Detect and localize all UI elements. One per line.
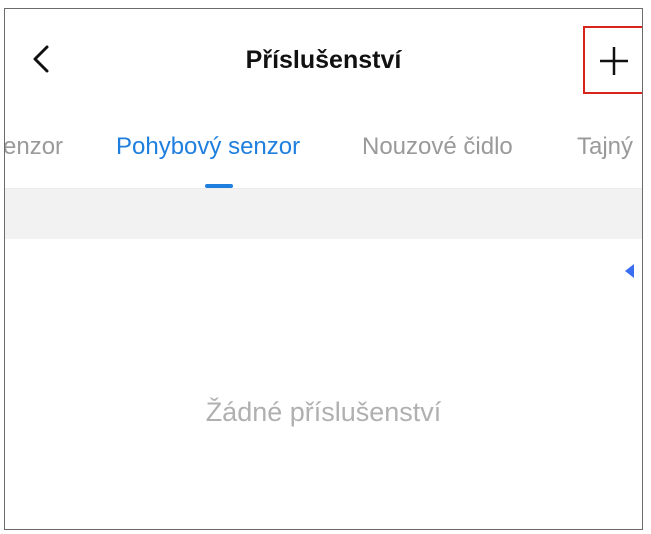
side-arrow-icon [625, 264, 634, 278]
add-accessory-button[interactable] [583, 26, 642, 94]
tab-bar: enzor Pohybový senzor Nouzové čidlo Tajn… [5, 119, 642, 189]
header-bar: Příslušenství [5, 9, 642, 105]
page-title: Příslušenství [245, 46, 402, 74]
plus-icon [600, 47, 628, 75]
tab-tajny[interactable]: Tajný [577, 133, 633, 161]
empty-state-text: Žádné příslušenství [205, 397, 442, 427]
tab-senzor[interactable]: enzor [5, 133, 63, 161]
tab-pohybovy-senzor[interactable]: Pohybový senzor [116, 133, 300, 161]
section-band [5, 189, 642, 239]
app-screen: Příslušenství enzor Pohybový senzor Nouz… [4, 8, 643, 530]
tab-nouzove-cidlo[interactable]: Nouzové čidlo [362, 133, 513, 161]
